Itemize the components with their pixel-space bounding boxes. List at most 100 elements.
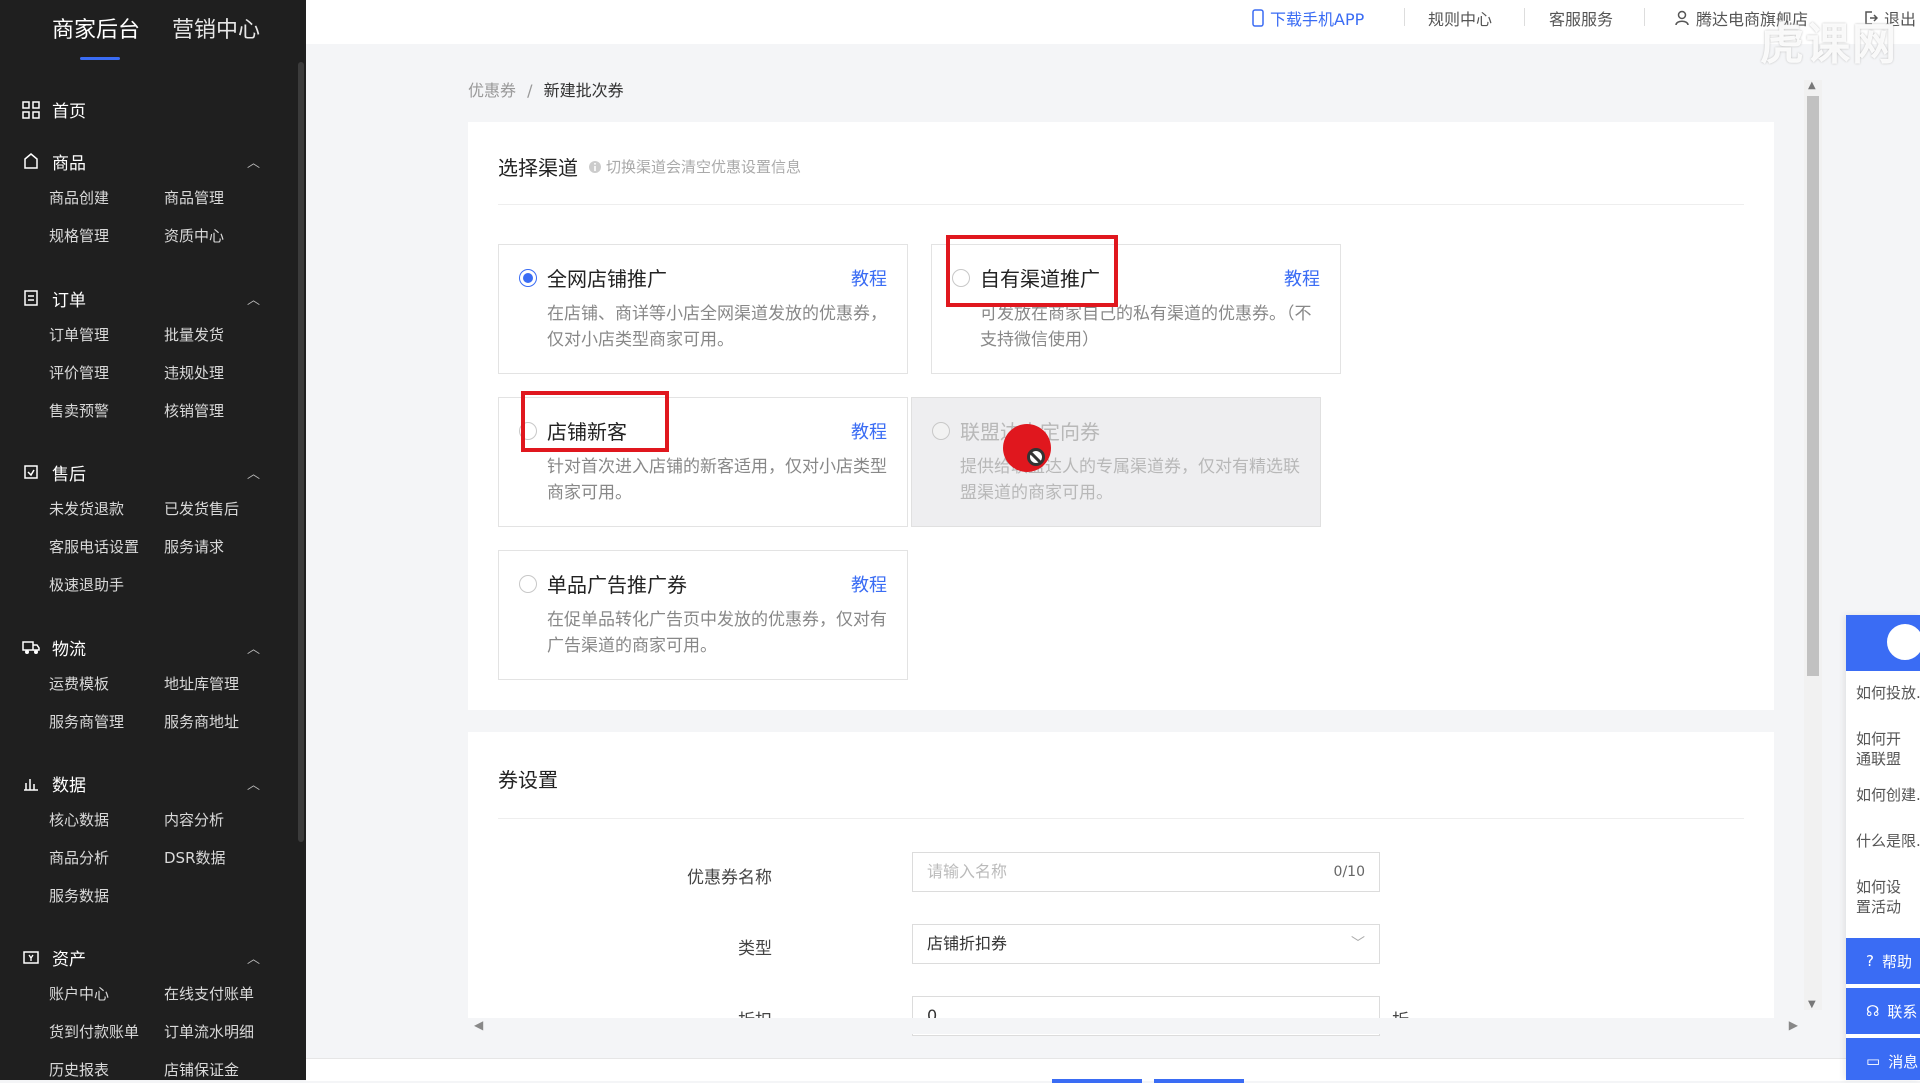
chevron-up-icon[interactable]: ︿ bbox=[247, 152, 260, 171]
help-question[interactable]: 什么是限... bbox=[1846, 819, 1920, 865]
horizontal-scrollbar[interactable]: ◀ ▶ bbox=[468, 1018, 1804, 1034]
scrollbar-thumb[interactable] bbox=[1807, 96, 1819, 676]
sidebar-item-home[interactable]: 首页 bbox=[22, 97, 86, 122]
sidebar-item[interactable]: 服务请求 bbox=[164, 535, 294, 560]
sidebar-item-label: 首页 bbox=[52, 102, 86, 122]
channel-option-all-shops[interactable]: 全网店铺推广 教程 在店铺、商详等小店全网渠道发放的优惠券，仅对小店类型商家可用… bbox=[498, 244, 908, 374]
sidebar-scrollbar[interactable] bbox=[298, 62, 304, 842]
vertical-scrollbar[interactable]: ▲ ▼ bbox=[1804, 80, 1822, 1010]
sidebar-group-title: 商品 bbox=[52, 153, 86, 174]
sidebar-item[interactable]: 订单流水明细 bbox=[164, 1020, 294, 1045]
scroll-up-icon[interactable]: ▲ bbox=[1808, 80, 1816, 91]
tab-marketing-center[interactable]: 营销中心 bbox=[172, 12, 260, 62]
sidebar-group-goods: 商品 ︿ 商品创建 商品管理 规格管理 资质中心 bbox=[0, 146, 290, 249]
sidebar-item[interactable]: 服务商地址 bbox=[164, 710, 294, 735]
sidebar-item[interactable]: 历史报表 bbox=[49, 1058, 164, 1080]
sidebar-item[interactable]: 规格管理 bbox=[49, 224, 164, 249]
char-counter: 0/10 bbox=[1333, 864, 1365, 880]
message-button[interactable]: ▭ 消息 bbox=[1846, 1038, 1920, 1080]
sidebar-group-header[interactable]: 订单 ︿ bbox=[0, 283, 290, 313]
sidebar-group-header[interactable]: 物流 ︿ bbox=[0, 632, 290, 662]
tutorial-link[interactable]: 教程 bbox=[851, 418, 887, 444]
breadcrumb-parent[interactable]: 优惠券 bbox=[468, 81, 516, 100]
sidebar-item[interactable]: DSR数据 bbox=[164, 846, 294, 871]
sidebar-group-header[interactable]: 资产 ︿ bbox=[0, 942, 290, 972]
tutorial-link[interactable]: 教程 bbox=[851, 571, 887, 597]
breadcrumb: 优惠券 / 新建批次券 bbox=[468, 77, 624, 101]
tutorial-link[interactable]: 教程 bbox=[1284, 265, 1320, 291]
sidebar-item[interactable]: 违规处理 bbox=[164, 361, 294, 386]
watermark-logo: 虎课网 bbox=[1760, 19, 1898, 70]
help-question[interactable]: 如何设置活动 bbox=[1846, 865, 1920, 921]
sidebar-item[interactable]: 客服电话设置 bbox=[49, 535, 164, 560]
scroll-right-icon[interactable]: ▶ bbox=[1789, 1018, 1798, 1032]
sidebar-item[interactable]: 在线支付账单 bbox=[164, 982, 294, 1007]
help-question[interactable]: 如何创建... bbox=[1846, 773, 1920, 819]
coupon-type-select[interactable]: 店铺折扣券 ﹀ bbox=[912, 924, 1380, 964]
sidebar-item[interactable]: 地址库管理 bbox=[164, 672, 294, 697]
chevron-up-icon[interactable]: ︿ bbox=[247, 463, 260, 482]
sidebar-item[interactable]: 极速退助手 bbox=[49, 573, 164, 598]
sidebar-group-title: 数据 bbox=[52, 775, 86, 796]
section-hint: 切换渠道会清空优惠设置信息 bbox=[588, 156, 801, 177]
download-app-link[interactable]: 下载手机APP bbox=[1252, 6, 1364, 30]
sidebar-item[interactable]: 已发货售后 bbox=[164, 497, 294, 522]
contact-button[interactable]: ☊ 联系 bbox=[1846, 988, 1920, 1034]
channel-option-single-ad[interactable]: 单品广告推广券 教程 在促单品转化广告页中发放的优惠券，仅对有广告渠道的商家可用… bbox=[498, 550, 908, 680]
sidebar-item[interactable]: 店铺保证金 bbox=[164, 1058, 294, 1080]
breadcrumb-current: 新建批次券 bbox=[543, 81, 624, 100]
sidebar-item[interactable]: 核心数据 bbox=[49, 808, 164, 833]
radio-selected[interactable] bbox=[519, 269, 537, 287]
sidebar-group-header[interactable]: 商品 ︿ bbox=[0, 146, 290, 176]
sidebar-item[interactable]: 商品管理 bbox=[164, 186, 294, 211]
select-value: 店铺折扣券 bbox=[927, 934, 1008, 953]
sidebar-item[interactable]: 服务商管理 bbox=[49, 710, 164, 735]
tab-merchant-backend[interactable]: 商家后台 bbox=[52, 12, 140, 62]
sidebar-item[interactable]: 资质中心 bbox=[164, 224, 294, 249]
chevron-up-icon[interactable]: ︿ bbox=[247, 289, 260, 308]
tutorial-link[interactable]: 教程 bbox=[851, 265, 887, 291]
rules-center-link[interactable]: 规则中心 bbox=[1428, 6, 1492, 30]
sidebar-group-header[interactable]: 数据 ︿ bbox=[0, 768, 290, 798]
sidebar-item[interactable]: 运费模板 bbox=[49, 672, 164, 697]
help-question[interactable]: 如何投放... bbox=[1846, 671, 1920, 717]
contact-button-label: 联系 bbox=[1887, 1002, 1918, 1021]
sidebar-item[interactable]: 批量发货 bbox=[164, 323, 294, 348]
chart-icon bbox=[22, 774, 40, 792]
headset-icon: ☊ bbox=[1866, 1002, 1880, 1020]
radio[interactable] bbox=[519, 575, 537, 593]
sidebar-item[interactable]: 货到付款账单 bbox=[49, 1020, 164, 1045]
chevron-down-icon: ﹀ bbox=[1351, 936, 1365, 952]
bottom-action-bar bbox=[306, 1058, 1920, 1083]
coupon-name-input[interactable]: 请输入名称 0/10 bbox=[912, 852, 1380, 892]
download-app-label: 下载手机APP bbox=[1270, 10, 1365, 29]
help-question[interactable]: 如何开通联盟 bbox=[1846, 717, 1920, 773]
sidebar-item[interactable]: 商品创建 bbox=[49, 186, 164, 211]
question-icon: ? bbox=[1866, 952, 1874, 970]
sidebar-item[interactable]: 订单管理 bbox=[49, 323, 164, 348]
sidebar-item[interactable]: 商品分析 bbox=[49, 846, 164, 871]
sidebar-item[interactable]: 服务数据 bbox=[49, 884, 164, 909]
sidebar-item[interactable]: 内容分析 bbox=[164, 808, 294, 833]
section-title: 选择渠道 bbox=[498, 156, 578, 180]
customer-service-link[interactable]: 客服服务 bbox=[1549, 6, 1613, 30]
highlight-box bbox=[521, 391, 669, 452]
sidebar-item[interactable]: 评价管理 bbox=[49, 361, 164, 386]
divider bbox=[1524, 8, 1525, 26]
chevron-up-icon[interactable]: ︿ bbox=[247, 638, 260, 657]
chevron-up-icon[interactable]: ︿ bbox=[247, 948, 260, 967]
robot-avatar-icon[interactable] bbox=[1884, 621, 1920, 663]
truck-icon bbox=[22, 638, 40, 656]
scroll-left-icon[interactable]: ◀ bbox=[474, 1018, 483, 1032]
sidebar-group-title: 售后 bbox=[52, 464, 86, 485]
sidebar-item[interactable]: 核销管理 bbox=[164, 399, 294, 424]
help-button[interactable]: ? 帮助 bbox=[1846, 938, 1920, 984]
scroll-down-icon[interactable]: ▼ bbox=[1808, 999, 1816, 1010]
sidebar-item[interactable]: 售卖预警 bbox=[49, 399, 164, 424]
chevron-up-icon[interactable]: ︿ bbox=[247, 774, 260, 793]
message-button-label: 消息 bbox=[1888, 1052, 1919, 1071]
sidebar-item[interactable]: 账户中心 bbox=[49, 982, 164, 1007]
top-bar: 下载手机APP 规则中心 客服服务 腾达电商旗舰店 退出 虎课网 bbox=[306, 0, 1920, 70]
sidebar-item[interactable]: 未发货退款 bbox=[49, 497, 164, 522]
sidebar-group-header[interactable]: 售后 ︿ bbox=[0, 457, 290, 487]
